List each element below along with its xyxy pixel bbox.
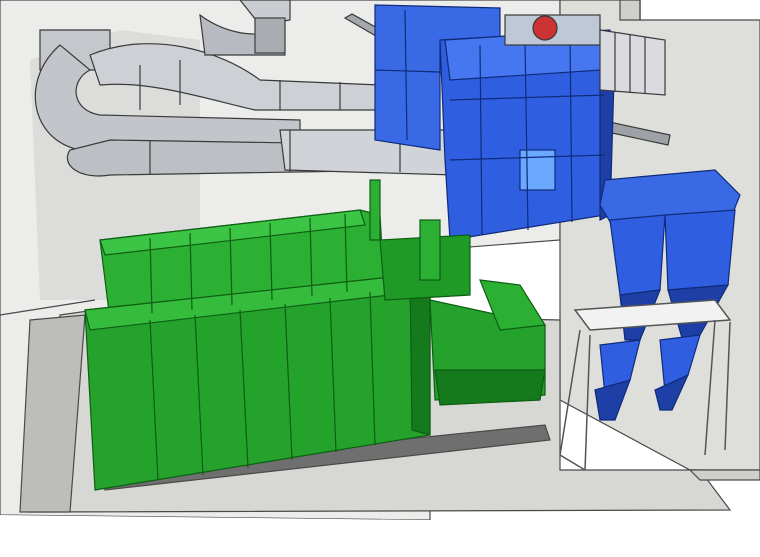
cad-render-scene <box>0 0 760 557</box>
equipment-illustration <box>0 0 760 557</box>
